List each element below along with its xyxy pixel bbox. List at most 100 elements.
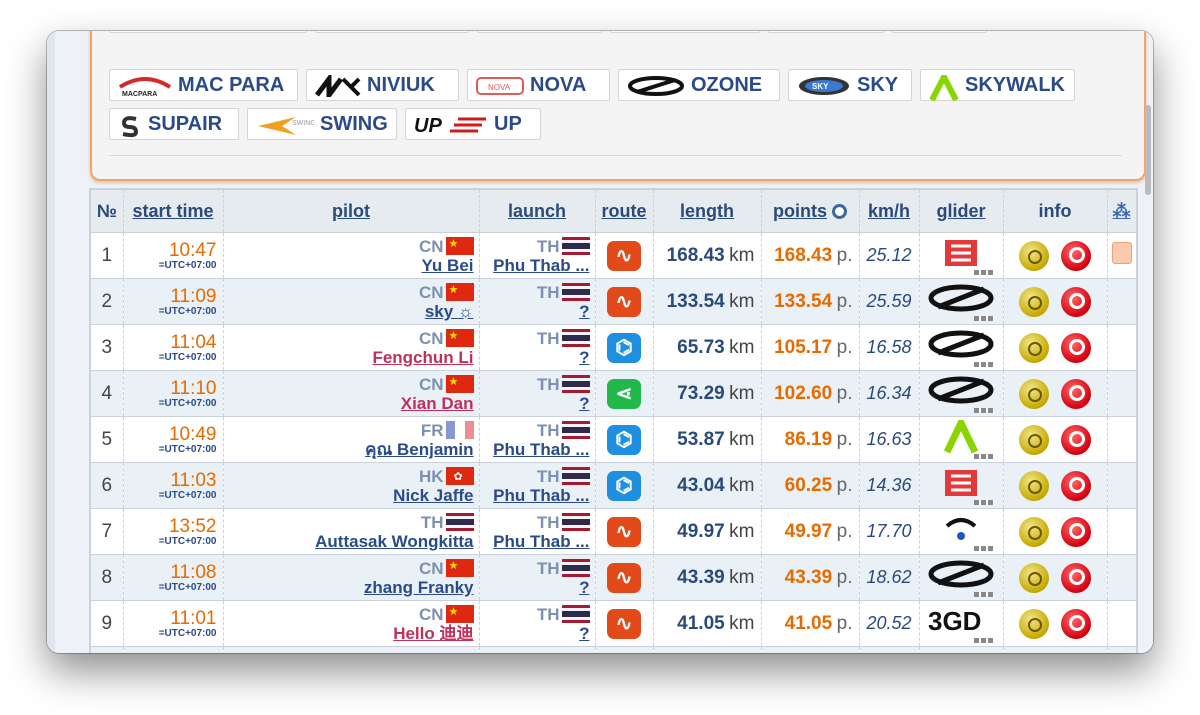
length-unit: km <box>729 382 755 404</box>
table-row: 8 11:08 =UTC+07:00 CN zhang Franky TH ? … <box>91 554 1136 601</box>
start-time-cell: 11:04 =UTC+07:00 <box>123 324 224 371</box>
glider-ozone-icon[interactable] <box>928 558 994 597</box>
like-icon[interactable] <box>1111 242 1132 264</box>
length-value: 65.73 <box>677 336 725 358</box>
route-type-icon[interactable]: ⌬ <box>607 470 641 501</box>
pilot-name-link[interactable]: Xian Dan <box>227 394 474 413</box>
pilot-name-link[interactable]: Yu Bei <box>227 256 474 275</box>
flight-map-icon[interactable] <box>1061 240 1091 271</box>
launch-site-link[interactable]: Phu Thab ... <box>483 256 589 275</box>
flight-info-icon[interactable] <box>1019 332 1049 363</box>
launch-cell: TH Phu Thab ... <box>479 232 596 279</box>
flight-info-icon[interactable] <box>1019 240 1049 271</box>
brand-filter-airdesign[interactable]: AIRDESIGNAIRDESIGN <box>109 31 307 33</box>
header-launch[interactable]: launch <box>479 190 596 233</box>
brand-filter-bgd[interactable]: 3GBGD <box>477 31 602 33</box>
speed-cell: 25.59 <box>859 278 920 325</box>
brand-filter-supair[interactable]: SUPAIR <box>109 108 239 140</box>
header-speed[interactable]: km/h <box>859 190 920 233</box>
route-type-icon[interactable]: ⋖ <box>607 378 641 409</box>
brand-filter-gin[interactable]: GIN <box>892 31 987 33</box>
launch-site-link[interactable]: ? <box>483 394 589 413</box>
header-glider[interactable]: glider <box>919 190 1004 233</box>
pilot-name-link[interactable]: Auttasak Wongkitta <box>227 532 473 551</box>
brand-filter-sky[interactable]: SKY SKY <box>788 69 912 101</box>
brands-divider <box>109 155 1122 156</box>
brand-filter-niviuk[interactable]: NIVIUK <box>306 69 459 103</box>
flight-map-icon[interactable] <box>1061 608 1091 639</box>
glider-ozone-icon[interactable] <box>928 282 994 321</box>
flight-map-icon[interactable] <box>1061 424 1091 455</box>
glider-gin-icon[interactable] <box>928 236 994 275</box>
brand-filter-skywalk[interactable]: SKYWALK <box>920 69 1075 102</box>
sort-desc-icon[interactable] <box>832 204 847 220</box>
glider-bgd-icon[interactable]: 3GD <box>928 604 994 643</box>
route-type-icon[interactable]: ∿ <box>607 516 641 547</box>
pilot-name-link[interactable]: zhang Franky <box>227 578 474 597</box>
route-cell: ⌬ <box>595 416 654 463</box>
flight-info-icon[interactable] <box>1019 378 1049 409</box>
launch-site-link[interactable]: Phu Thab ... <box>483 486 589 505</box>
launch-site-link[interactable]: ? <box>483 348 589 367</box>
brand-filter-drift[interactable]: DRIFT <box>768 31 884 33</box>
flight-info-icon[interactable] <box>1019 516 1049 547</box>
brand-filter-nova[interactable]: NOVA NOVA <box>467 69 610 101</box>
flight-map-icon[interactable] <box>1061 332 1091 363</box>
flight-map-icon[interactable] <box>1061 470 1091 501</box>
pilot-country-code: TH <box>420 512 444 532</box>
route-type-icon[interactable]: ∿ <box>607 608 641 639</box>
flight-info-icon[interactable] <box>1019 286 1049 317</box>
brand-filter-macpara[interactable]: MACPARA MAC PARA <box>109 69 298 101</box>
brand-filter-swing[interactable]: SWING SWING <box>247 108 397 140</box>
flight-info-icon[interactable] <box>1019 608 1049 639</box>
header-length[interactable]: length <box>653 190 762 233</box>
launch-site-link[interactable]: ? <box>483 624 589 643</box>
row-number: 7 <box>91 508 124 555</box>
timezone: =UTC+07:00 <box>158 305 217 317</box>
launch-site-link[interactable]: ? <box>483 302 589 321</box>
flight-map-icon[interactable] <box>1061 286 1091 317</box>
header-route[interactable]: route <box>595 190 654 233</box>
header-pilot[interactable]: pilot <box>223 190 480 233</box>
vertical-scrollbar[interactable] <box>1145 105 1151 195</box>
glider-wifi-icon[interactable] <box>928 512 994 551</box>
glider-unknown-icon[interactable] <box>928 650 994 653</box>
row-number <box>91 646 124 653</box>
points-unit: p. <box>836 612 853 634</box>
length-value: 41.05 <box>677 612 725 634</box>
flight-info-icon[interactable] <box>1019 424 1049 455</box>
brand-filter-axis[interactable]: AXIS <box>315 31 469 33</box>
launch-site-link[interactable]: Phu Thab ... <box>483 532 589 551</box>
route-type-icon[interactable]: ∿ <box>607 286 641 317</box>
glider-ozone-icon[interactable] <box>928 374 994 413</box>
brand-filter-up[interactable]: UP UP <box>405 108 541 140</box>
route-type-icon[interactable]: ∿ <box>607 240 641 271</box>
route-type-icon[interactable]: ⌬ <box>607 332 641 363</box>
route-type-icon[interactable]: ∿ <box>607 562 641 593</box>
header-points[interactable]: points <box>761 190 860 233</box>
pilot-name-link[interactable]: คุณ Benjamin <box>227 440 473 459</box>
pilot-name-link[interactable]: Fengchun Li <box>227 348 473 367</box>
flight-map-icon[interactable] <box>1061 378 1091 409</box>
launch-cell: TH ? <box>479 370 596 417</box>
flight-map-icon[interactable] <box>1061 516 1091 547</box>
pilot-name-link[interactable]: Hello 迪迪 <box>227 624 473 643</box>
info-cell <box>1003 232 1108 279</box>
flight-info-icon[interactable] <box>1019 470 1049 501</box>
pilot-name-link[interactable]: Nick Jaffe <box>227 486 473 505</box>
flight-map-icon[interactable] <box>1061 562 1091 593</box>
brand-filter-davinci[interactable]: DAVINCI <box>610 31 760 33</box>
pilot-name-link[interactable]: sky ☼ <box>227 302 474 321</box>
glider-gin-icon[interactable] <box>928 466 994 505</box>
brand-filter-ozone[interactable]: OZONE <box>618 69 780 101</box>
launch-site-link[interactable]: ? <box>483 578 589 597</box>
glider-skywalk-icon[interactable] <box>928 414 994 459</box>
glider-cell <box>919 462 1004 509</box>
flight-info-icon[interactable] <box>1019 562 1049 593</box>
glider-ozone-icon[interactable] <box>928 328 994 367</box>
speed-cell: 16.34 <box>859 370 920 417</box>
header-extra[interactable]: ⁂ <box>1107 190 1136 233</box>
route-type-icon[interactable]: ⌬ <box>607 424 641 455</box>
header-start-time[interactable]: start time <box>123 190 224 233</box>
launch-site-link[interactable]: Phu Thab ... <box>483 440 589 459</box>
